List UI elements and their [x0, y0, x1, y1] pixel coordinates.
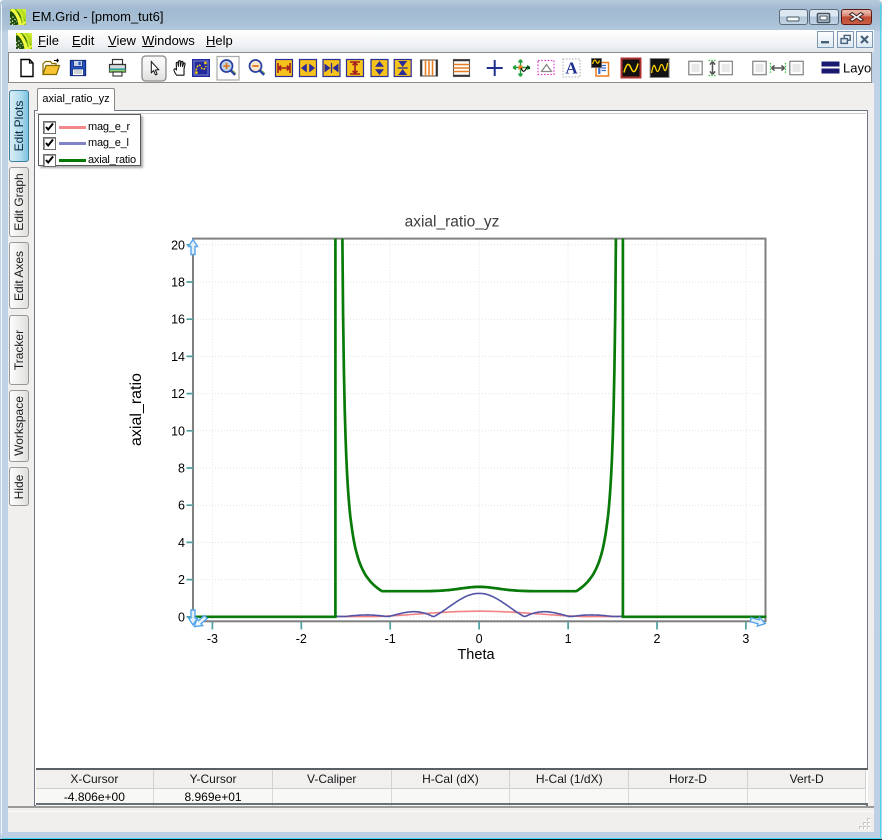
svg-text:20: 20 — [171, 238, 185, 252]
svg-text:4: 4 — [178, 536, 185, 550]
svg-text:14: 14 — [171, 350, 185, 364]
svg-text:axial_ratio: axial_ratio — [128, 373, 145, 446]
svg-text:Theta: Theta — [457, 647, 495, 663]
svg-text:6: 6 — [178, 499, 185, 513]
svg-text:16: 16 — [171, 313, 185, 327]
svg-text:1: 1 — [565, 632, 572, 646]
svg-text:2: 2 — [654, 632, 661, 646]
svg-text:0: 0 — [178, 610, 185, 624]
svg-text:0: 0 — [476, 632, 483, 646]
svg-text:18: 18 — [171, 276, 185, 290]
svg-text:Layout: Layout — [843, 61, 871, 76]
svg-text:8: 8 — [178, 462, 185, 476]
svg-text:A: A — [565, 59, 578, 78]
svg-text:-3: -3 — [207, 632, 218, 646]
svg-text:axial_ratio_yz: axial_ratio_yz — [405, 214, 500, 231]
svg-text:-1: -1 — [385, 632, 396, 646]
svg-text:-2: -2 — [296, 632, 307, 646]
svg-text:12: 12 — [171, 387, 185, 401]
svg-text:10: 10 — [171, 424, 185, 438]
svg-text:3: 3 — [742, 632, 749, 646]
svg-text:2: 2 — [178, 573, 185, 587]
